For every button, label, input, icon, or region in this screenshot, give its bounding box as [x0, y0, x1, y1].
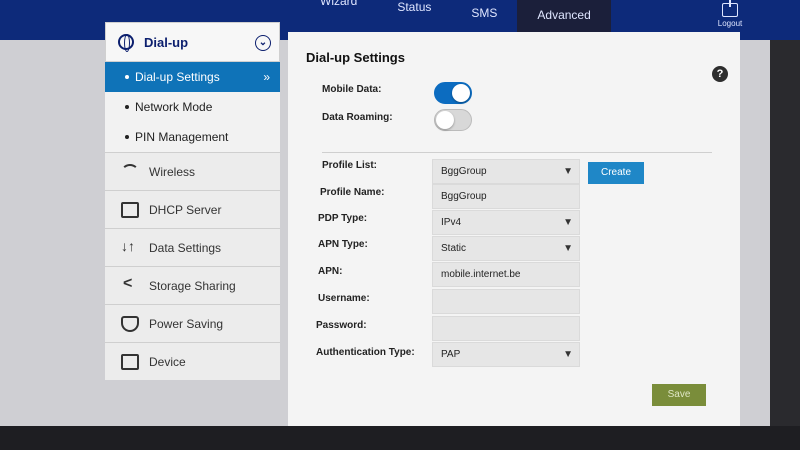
share-icon — [121, 275, 139, 294]
sidebar-item-label: Device — [149, 354, 186, 369]
sidebar-menu: Wireless DHCP Server Data Settings Stora… — [105, 152, 280, 380]
sidebar-item-dialup-settings[interactable]: Dial-up Settings » — [105, 62, 280, 92]
page-title: Dial-up Settings — [306, 50, 405, 65]
profile-list-label: Profile List: — [322, 160, 378, 171]
sidebar-item-label: Power Saving — [149, 316, 224, 331]
profile-list-select[interactable]: BggGroup ▼ — [432, 159, 580, 184]
double-chevron-right-icon: » — [263, 70, 270, 84]
apn-type-select[interactable]: Static ▼ — [432, 236, 580, 261]
apn-type-value: Static — [441, 243, 467, 254]
chevron-down-icon[interactable]: ⌄ — [255, 35, 271, 51]
sidebar-item-label: Network Mode — [135, 100, 213, 114]
profile-name-value: BggGroup — [441, 191, 487, 202]
sidebar-item-label: PIN Management — [135, 130, 229, 144]
power-shield-icon — [121, 315, 139, 332]
sidebar-item-label: DHCP Server — [149, 202, 222, 217]
wifi-icon — [121, 163, 139, 180]
network-icon — [121, 201, 139, 218]
profile-list-value: BggGroup — [441, 166, 487, 177]
tab-status[interactable]: Status — [377, 0, 451, 30]
screen-bezel — [770, 40, 800, 430]
create-button[interactable]: Create — [588, 162, 644, 184]
pdp-type-label: PDP Type: — [318, 213, 368, 224]
tab-sms[interactable]: SMS — [451, 0, 517, 30]
tab-wizard[interactable]: Wizard — [300, 0, 377, 24]
sidebar-item-wireless[interactable]: Wireless — [105, 152, 280, 190]
auth-type-select[interactable]: PAP ▼ — [432, 342, 580, 367]
pdp-type-value: IPv4 — [441, 217, 462, 228]
dropdown-arrow-icon: ▼ — [563, 243, 573, 254]
sidebar-item-label: Dial-up Settings — [135, 70, 220, 84]
sidebar-header-label: Dial-up — [144, 34, 189, 50]
top-tabs: Wizard Status SMS Advanced — [300, 0, 611, 34]
help-icon[interactable]: ? — [712, 66, 728, 82]
sidebar-item-label: Data Settings — [149, 240, 222, 255]
mobile-data-toggle[interactable] — [434, 82, 472, 104]
logout-button[interactable]: Logout — [706, 0, 754, 32]
auth-type-value: PAP — [441, 349, 461, 360]
settings-panel: Dial-up Settings ? Mobile Data: Data Roa… — [288, 32, 740, 426]
sidebar-item-network-mode[interactable]: Network Mode — [105, 92, 280, 122]
sidebar-item-pin-management[interactable]: PIN Management — [105, 122, 280, 152]
profile-name-input[interactable]: BggGroup — [432, 184, 580, 209]
sidebar: Dial-up ⌄ Dial-up Settings » Network Mod… — [105, 22, 280, 380]
divider — [322, 152, 712, 153]
logout-icon — [722, 0, 738, 17]
data-roaming-toggle[interactable] — [434, 109, 472, 131]
dialup-submenu: Dial-up Settings » Network Mode PIN Mana… — [105, 62, 280, 152]
device-icon — [121, 353, 139, 370]
sidebar-item-label: Wireless — [149, 164, 196, 179]
sidebar-item-device[interactable]: Device — [105, 342, 280, 380]
data-roaming-label: Data Roaming: — [322, 112, 393, 123]
username-label: Username: — [318, 293, 370, 304]
mobile-data-label: Mobile Data: — [322, 84, 382, 95]
sidebar-header-dialup[interactable]: Dial-up ⌄ — [105, 22, 280, 62]
password-label: Password: — [316, 320, 367, 331]
apn-type-label: APN Type: — [318, 239, 368, 250]
dropdown-arrow-icon: ▼ — [563, 349, 573, 360]
profile-name-label: Profile Name: — [320, 187, 385, 198]
save-button[interactable]: Save — [652, 384, 706, 406]
sidebar-item-storage-sharing[interactable]: Storage Sharing — [105, 266, 280, 304]
sidebar-item-data-settings[interactable]: Data Settings — [105, 228, 280, 266]
tab-advanced[interactable]: Advanced — [517, 0, 611, 34]
apn-input[interactable]: mobile.internet.be — [432, 262, 580, 287]
globe-icon — [118, 34, 134, 52]
username-input[interactable] — [432, 289, 580, 314]
dropdown-arrow-icon: ▼ — [563, 166, 573, 177]
apn-value: mobile.internet.be — [441, 269, 521, 280]
password-input[interactable] — [432, 316, 580, 341]
up-down-arrows-icon — [121, 238, 139, 256]
sidebar-item-power-saving[interactable]: Power Saving — [105, 304, 280, 342]
screen-bottom-edge — [0, 426, 800, 450]
apn-label: APN: — [318, 266, 343, 277]
logout-label: Logout — [717, 19, 743, 28]
sidebar-item-label: Storage Sharing — [149, 278, 236, 293]
toggle-knob — [452, 84, 470, 102]
auth-type-label: Authentication Type: — [316, 347, 415, 358]
sidebar-item-dhcp-server[interactable]: DHCP Server — [105, 190, 280, 228]
pdp-type-select[interactable]: IPv4 ▼ — [432, 210, 580, 235]
dropdown-arrow-icon: ▼ — [563, 217, 573, 228]
toggle-knob — [436, 111, 454, 129]
